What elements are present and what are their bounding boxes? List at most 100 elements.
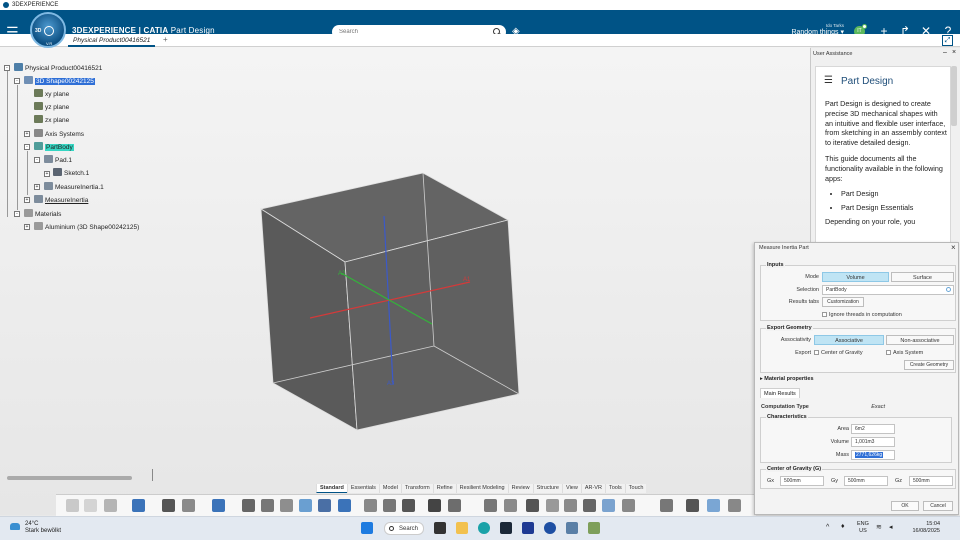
tree-expand-toggle[interactable]: + [44, 171, 50, 177]
compass-icon[interactable]: 3D V.R [30, 12, 66, 48]
mass-field[interactable]: 2771,626kg [851, 450, 895, 460]
other-app-icon[interactable] [588, 522, 600, 534]
tree-node-pad[interactable]: Pad.1 [44, 155, 72, 166]
table-icon[interactable] [564, 499, 577, 512]
tree-node-zx-plane[interactable]: zx plane [34, 115, 69, 126]
clear-selection-icon[interactable] [946, 287, 951, 292]
section-tab-refine[interactable]: Refine [432, 484, 456, 493]
section-tab-standard[interactable]: Standard [316, 484, 347, 493]
parameter-icon[interactable] [546, 499, 559, 512]
minimize-icon[interactable]: – [943, 49, 947, 56]
se-app-icon[interactable] [522, 522, 534, 534]
ua-scrollbar[interactable] [951, 66, 957, 126]
file-explorer-icon[interactable] [456, 522, 468, 534]
tree-expand-toggle[interactable]: + [34, 184, 40, 190]
wrap-icon[interactable] [484, 499, 497, 512]
settings-gear-icon[interactable] [402, 499, 415, 512]
tree-node-yz-plane[interactable]: yz plane [34, 102, 69, 113]
section-tab-view[interactable]: View [562, 484, 581, 493]
gz-field[interactable]: 500mm [909, 476, 953, 486]
tree-node-measure-inertia[interactable]: MeasureInertia [34, 195, 88, 206]
volume-field[interactable]: 1,001m3 [851, 437, 895, 447]
associative-button[interactable]: Associative [814, 335, 884, 345]
workspace-3d-viewer[interactable]: A1 A2 A3 - Physical Product00416521 - 3D… [0, 47, 810, 515]
section-tab-review[interactable]: Review [507, 484, 533, 493]
paste-icon[interactable] [104, 499, 117, 512]
selection-field[interactable]: PartBody [822, 285, 954, 295]
volume-icon[interactable]: ◂ [889, 523, 893, 531]
edge-icon[interactable] [478, 522, 490, 534]
section-tab-resilient-modeling[interactable]: Resilient Modeling [455, 484, 508, 493]
scissors-icon[interactable] [428, 499, 441, 512]
tree-node-root[interactable]: Physical Product00416521 [14, 63, 102, 74]
tree-node-xy-plane[interactable]: xy plane [34, 89, 69, 100]
steam-icon[interactable] [500, 522, 512, 534]
plane-tool-icon[interactable] [504, 499, 517, 512]
formula-icon[interactable] [526, 499, 539, 512]
settings-app-icon[interactable] [566, 522, 578, 534]
center-of-gravity-checkbox[interactable]: Center of Gravity [814, 350, 863, 356]
tree-collapse-toggle[interactable]: - [4, 65, 10, 71]
render-icon[interactable] [448, 499, 461, 512]
inertia-icon[interactable] [280, 499, 293, 512]
mic-icon[interactable]: ♦ [841, 523, 845, 530]
area-field[interactable]: 6m2 [851, 424, 895, 434]
add-tab-button[interactable]: + [163, 34, 168, 46]
system-clock[interactable]: 15:04 16/08/2025 [906, 521, 940, 535]
catalog-icon[interactable] [660, 499, 673, 512]
analysis-icon[interactable] [299, 499, 312, 512]
gx-field[interactable]: 500mm [780, 476, 824, 486]
tree-node-3d-shape[interactable]: 3D Shape00242125 [24, 76, 95, 87]
gy-field[interactable]: 500mm [844, 476, 888, 486]
mode-surface-button[interactable]: Surface [891, 272, 954, 282]
tree-node-aluminium[interactable]: Aluminium (3D Shape00242125) [34, 222, 139, 233]
section-tab-tools[interactable]: Tools [604, 484, 625, 493]
tree-node-measure-inertia-1[interactable]: MeasureInertia.1 [44, 182, 104, 193]
3dexperience-icon[interactable] [544, 522, 556, 534]
windows-start-icon[interactable] [361, 522, 373, 534]
tree-node-axis-systems[interactable]: Axis Systems [34, 129, 84, 140]
cut-icon[interactable] [66, 499, 79, 512]
section-tab-touch[interactable]: Touch [624, 484, 647, 493]
update-icon[interactable] [212, 499, 225, 512]
language-indicator[interactable]: ENG US [857, 521, 869, 535]
mode-volume-button[interactable]: Volume [822, 272, 889, 282]
list-icon[interactable] [364, 499, 377, 512]
taskbar-search[interactable]: Search [384, 522, 424, 535]
tree-node-sketch[interactable]: Sketch.1 [53, 168, 89, 179]
section-tab-structure[interactable]: Structure [532, 484, 562, 493]
cancel-button[interactable]: Cancel [923, 501, 953, 511]
task-view-icon[interactable] [434, 522, 446, 534]
tree-collapse-toggle[interactable]: - [14, 78, 20, 84]
undo-icon[interactable] [132, 499, 145, 512]
law-icon[interactable] [622, 499, 635, 512]
pencil-icon[interactable] [686, 499, 699, 512]
hierarchy-icon[interactable] [383, 499, 396, 512]
knowledge-icon[interactable] [583, 499, 596, 512]
menu-icon[interactable]: ☰ [824, 75, 833, 86]
tree-expand-toggle[interactable]: + [24, 224, 30, 230]
capture-icon[interactable] [318, 499, 331, 512]
3d-scene[interactable]: A1 A2 A3 [0, 47, 810, 515]
tray-chevron-icon[interactable]: ^ [826, 524, 829, 531]
section-tab-essentials[interactable]: Essentials [346, 484, 379, 493]
tree-expand-toggle[interactable]: + [24, 197, 30, 203]
tree-collapse-toggle[interactable]: - [24, 144, 30, 150]
section-tab-model[interactable]: Model [378, 484, 401, 493]
tab-physical-product[interactable]: Physical Product00416521 [68, 34, 156, 47]
weather-widget[interactable]: 24°C Stark bewölkt [10, 521, 61, 535]
ua-link-part-design-essentials[interactable]: Part Design Essentials [841, 203, 947, 213]
material-properties-toggle[interactable]: ▸ Material properties [760, 376, 814, 382]
copy-icon[interactable] [84, 499, 97, 512]
close-icon[interactable]: × [952, 49, 956, 56]
gauge-icon[interactable] [602, 499, 615, 512]
horizontal-scrollbar[interactable] [7, 476, 132, 480]
play-icon[interactable] [44, 26, 54, 36]
section-tab-transform[interactable]: Transform [400, 484, 433, 493]
axis-system-checkbox[interactable]: Axis System [886, 350, 923, 356]
tree-expand-toggle[interactable]: + [24, 131, 30, 137]
tree-collapse-toggle[interactable]: - [34, 157, 40, 163]
section-tab-ar-vr[interactable]: AR-VR [580, 484, 605, 493]
dialog-close-icon[interactable]: × [951, 243, 956, 252]
ignore-threads-checkbox[interactable]: Ignore threads in computation [822, 312, 902, 318]
